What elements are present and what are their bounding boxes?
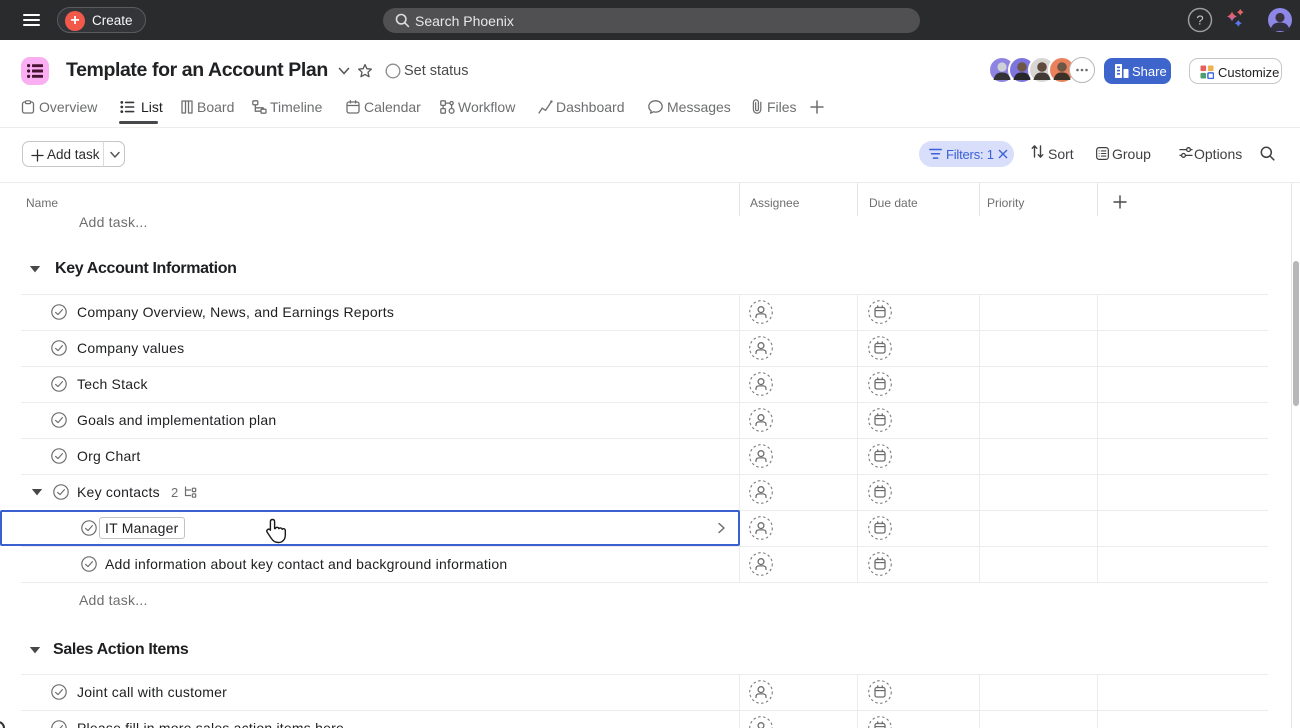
svg-text:?: ? (1196, 13, 1203, 28)
